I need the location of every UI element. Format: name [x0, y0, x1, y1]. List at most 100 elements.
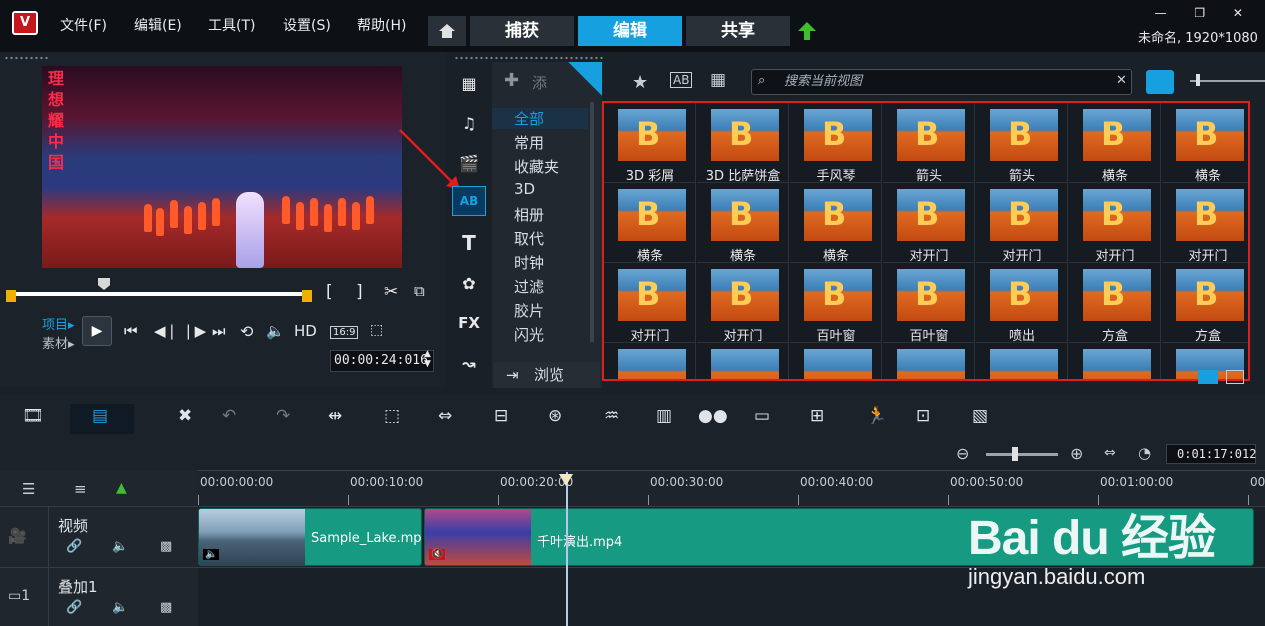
motion-track-icon[interactable]: 🏃	[866, 406, 887, 426]
graphics-icon[interactable]: ✿	[452, 268, 486, 298]
insert-track-icon[interactable]: ▲	[116, 480, 127, 496]
transition-item[interactable]: B 横条	[790, 183, 882, 264]
upload-arrow-icon[interactable]	[798, 22, 816, 40]
go-start-icon[interactable]: ⏮	[124, 322, 138, 340]
library-options-icon[interactable]: ▦	[710, 70, 726, 90]
media-icon[interactable]: ▦	[452, 68, 486, 98]
tools-icon[interactable]: ✖	[178, 406, 192, 426]
transition-item[interactable]: B 方盒	[1069, 263, 1161, 344]
instant-project-icon[interactable]: 🎬	[452, 148, 486, 178]
transition-item[interactable]: B 喷出	[976, 263, 1068, 344]
path-icon[interactable]: ↝	[452, 348, 486, 378]
browse-button[interactable]: ⇥ 浏览	[494, 362, 600, 388]
copy-clip-icon[interactable]: ⧉	[414, 282, 425, 300]
music-icon[interactable]: ♫	[452, 108, 486, 138]
transition-item[interactable]: B 横条	[697, 183, 789, 264]
home-tab[interactable]	[428, 16, 466, 46]
track-grid-icon[interactable]: ▩	[160, 600, 172, 615]
tab-edit[interactable]: 编辑	[578, 16, 682, 46]
mode-project[interactable]: 项目▸	[42, 314, 75, 333]
transition-item[interactable]: B 箭头	[883, 103, 975, 184]
transition-item[interactable]	[790, 343, 882, 379]
view-toggle-button[interactable]	[1146, 70, 1174, 94]
clear-search-icon[interactable]: ✕	[1116, 73, 1127, 88]
search-input[interactable]: 搜索当前视图	[751, 69, 1132, 95]
timecode-stepper[interactable]: ▲ ▼	[424, 349, 431, 369]
transition-item[interactable]: B 3D 比萨饼盒	[697, 103, 789, 184]
category-film[interactable]: 胶片	[514, 300, 544, 321]
fit-timeline-icon[interactable]: ⇔	[1104, 445, 1116, 461]
transition-item[interactable]: B 对开门	[604, 263, 696, 344]
zoom-handle[interactable]	[1012, 447, 1018, 461]
next-frame-icon[interactable]: ❘▶	[182, 322, 206, 340]
transition-item[interactable]: B 横条	[604, 183, 696, 264]
trim-start-marker[interactable]	[6, 290, 16, 302]
multicam-icon[interactable]: ▥	[656, 406, 672, 426]
category-filter[interactable]: 过滤	[514, 276, 544, 297]
track-volume-icon[interactable]: 🔈	[112, 539, 128, 554]
menu-tools[interactable]: 工具(T)	[208, 15, 255, 35]
add-favorite-icon[interactable]: ★	[632, 72, 648, 93]
expand-icon[interactable]: ⊟	[494, 406, 508, 426]
prev-frame-icon[interactable]: ◀❘	[154, 322, 178, 340]
zoom-out-icon[interactable]: ⊖	[956, 444, 969, 463]
tab-share[interactable]: 共享	[686, 16, 790, 46]
blend-icon[interactable]: ●●	[698, 406, 728, 426]
timeline-time[interactable]: 0:01:17:012	[1166, 444, 1256, 464]
category-favorites[interactable]: 收藏夹	[514, 156, 559, 177]
fit-project-icon[interactable]: ⇹	[328, 406, 342, 426]
category-common[interactable]: 常用	[514, 132, 544, 153]
undo-icon[interactable]: ↶	[222, 406, 236, 426]
cut-icon[interactable]: ✂	[384, 282, 398, 302]
pin-icon[interactable]	[568, 62, 602, 96]
list-view-icon[interactable]	[1226, 370, 1244, 384]
playhead[interactable]	[566, 472, 568, 626]
category-scrollbar[interactable]	[590, 102, 594, 342]
trim-end-marker[interactable]	[302, 290, 312, 302]
record-icon[interactable]: ⊛	[548, 406, 562, 426]
transition-item[interactable]	[1069, 343, 1161, 379]
track-grid-icon[interactable]: ▩	[160, 539, 172, 554]
repeat-icon[interactable]: ⟲	[240, 322, 253, 341]
mode-clip[interactable]: 素材▸	[42, 333, 75, 352]
play-button[interactable]: ▶	[82, 316, 112, 346]
track-manager-icon[interactable]: ☰	[22, 480, 35, 498]
transition-item[interactable]: B 手风琴	[790, 103, 882, 184]
tab-capture[interactable]: 捕获	[470, 16, 574, 46]
crop-icon[interactable]: ⬚	[370, 322, 383, 338]
split-screen-icon[interactable]: ⊞	[810, 406, 824, 426]
add-icon[interactable]: ✚	[504, 70, 519, 91]
volume-icon[interactable]: 🔈	[266, 322, 285, 340]
track-volume-icon[interactable]: 🔈	[112, 600, 128, 615]
transition-item[interactable]: B 百叶窗	[883, 263, 975, 344]
subtitle-icon[interactable]: ▭	[754, 406, 770, 426]
title-icon[interactable]: T	[452, 228, 486, 258]
thumbnail-size-handle[interactable]	[1196, 74, 1200, 86]
zoom-in-icon[interactable]: ⊕	[1070, 444, 1083, 463]
apply-transition-icon[interactable]: AB	[670, 72, 693, 88]
transition-icon[interactable]: AB	[452, 186, 486, 216]
transition-item[interactable]	[976, 343, 1068, 379]
menu-settings[interactable]: 设置(S)	[283, 15, 331, 35]
transition-item[interactable]: B 对开门	[976, 183, 1068, 264]
aspect-ratio-button[interactable]: 16:9	[330, 326, 359, 339]
category-clock[interactable]: 时钟	[514, 252, 544, 273]
category-album[interactable]: 相册	[514, 204, 544, 225]
player-timecode[interactable]: 00:00:24:016	[330, 350, 434, 372]
transition-item[interactable]: B 对开门	[697, 263, 789, 344]
redo-icon[interactable]: ↷	[276, 406, 290, 426]
add-label[interactable]: 添	[532, 72, 547, 93]
audio-mixer-icon[interactable]: ♒	[604, 406, 619, 426]
transition-item[interactable]	[697, 343, 789, 379]
scrub-bar[interactable]	[8, 292, 311, 296]
window-controls[interactable]: — ❐ ✕	[1155, 6, 1255, 20]
panel-grip[interactable]	[4, 56, 48, 60]
zoom-slider[interactable]	[986, 453, 1058, 456]
category-all[interactable]: 全部	[492, 108, 588, 129]
smart-render-icon[interactable]: ▧	[972, 406, 988, 426]
mark-in-icon[interactable]: [	[326, 282, 333, 302]
transition-item[interactable]: B 横条	[1162, 103, 1248, 184]
menu-edit[interactable]: 编辑(E)	[134, 15, 182, 35]
resize-icon[interactable]: ⬚	[384, 406, 400, 426]
mask-icon[interactable]: ⊡	[916, 406, 930, 426]
